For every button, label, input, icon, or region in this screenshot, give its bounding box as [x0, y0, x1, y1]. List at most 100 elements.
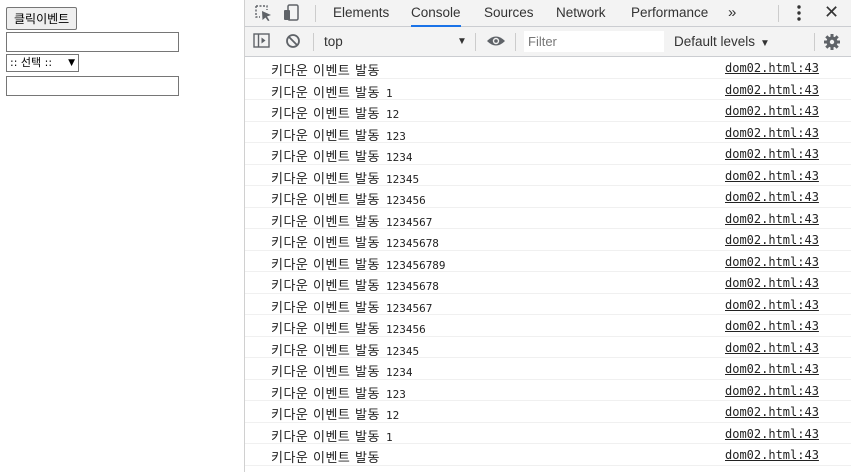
console-message-label: 키다운 이벤트 발동 [271, 322, 380, 337]
console-message: 키다운 이벤트 발동 dom02.html:43 [245, 444, 851, 466]
source-link[interactable]: dom02.html:43 [725, 83, 819, 97]
console-message-label: 키다운 이벤트 발동 [271, 107, 380, 122]
source-link[interactable]: dom02.html:43 [725, 233, 819, 247]
source-link[interactable]: dom02.html:43 [725, 276, 819, 290]
console-message-label: 키다운 이벤트 발동 [271, 429, 380, 445]
device-toolbar-icon[interactable] [282, 4, 302, 22]
console-message-value: 1234 [385, 366, 413, 379]
select-dropdown[interactable]: :: 선택 :: ▼ [6, 54, 79, 72]
divider [315, 5, 316, 22]
source-link[interactable]: dom02.html:43 [725, 169, 819, 183]
console-message-label: 키다운 이벤트 발동 [271, 279, 380, 294]
source-link[interactable]: dom02.html:43 [725, 61, 819, 75]
close-icon[interactable]: ✕ [824, 3, 839, 21]
source-link[interactable]: dom02.html:43 [725, 190, 819, 204]
console-message-value: 123 [385, 387, 406, 401]
console-message: 키다운 이벤트 발동 12345 dom02.html:43 [245, 165, 851, 187]
console-message-value: 12345678 [385, 237, 439, 250]
source-link[interactable]: dom02.html:43 [725, 298, 819, 312]
click-event-button[interactable]: 클릭이벤트 [6, 7, 78, 30]
console-message-value: 12345 [385, 172, 420, 186]
console-message-text: 키다운 이벤트 발동 1234567 [271, 211, 432, 230]
tab-sources[interactable]: Sources [484, 0, 534, 27]
console-message-text: 키다운 이벤트 발동 [271, 447, 386, 466]
text-input-1[interactable] [6, 32, 179, 52]
source-link[interactable]: dom02.html:43 [725, 405, 819, 419]
console-message: 키다운 이벤트 발동 1234567 dom02.html:43 [245, 294, 851, 316]
console-message-value: 123 [385, 129, 406, 143]
tab-console[interactable]: Console [411, 0, 461, 27]
console-message-label: 키다운 이벤트 발동 [271, 386, 380, 402]
text-input-2[interactable] [6, 76, 179, 96]
source-link[interactable]: dom02.html:43 [725, 126, 819, 140]
console-message-value: 1 [385, 430, 393, 444]
eye-icon[interactable] [486, 34, 506, 52]
console-message-value: 12 [385, 108, 400, 121]
context-selector[interactable]: top [324, 27, 343, 57]
console-message: 키다운 이벤트 발동 12345 dom02.html:43 [245, 337, 851, 359]
console-message-label: 키다운 이벤트 발동 [271, 171, 380, 187]
console-message: 키다운 이벤트 발동 123 dom02.html:43 [245, 122, 851, 144]
console-message: 키다운 이벤트 발동 123456 dom02.html:43 [245, 186, 851, 208]
console-message: 키다운 이벤트 발동 dom02.html:43 [245, 57, 851, 79]
devtools-panel: Elements Console Sources Network Perform… [244, 0, 851, 472]
source-link[interactable]: dom02.html:43 [725, 448, 819, 462]
console-message-value: 12345678 [385, 280, 439, 293]
source-link[interactable]: dom02.html:43 [725, 212, 819, 226]
source-link[interactable]: dom02.html:43 [725, 362, 819, 376]
console-message-text: 키다운 이벤트 발동 123456789 [271, 254, 446, 273]
console-log: 키다운 이벤트 발동 dom02.html:43 키다운 이벤트 발동 1 dom02.… [245, 57, 851, 472]
source-link[interactable]: dom02.html:43 [725, 341, 819, 355]
console-message: 키다운 이벤트 발동 12 dom02.html:43 [245, 401, 851, 423]
gear-icon[interactable] [823, 33, 843, 51]
tab-elements[interactable]: Elements [333, 0, 389, 27]
divider [778, 5, 779, 22]
log-levels-dropdown[interactable]: Default levels ▼ [674, 27, 770, 59]
console-message: 키다운 이벤트 발동 12345678 dom02.html:43 [245, 272, 851, 294]
console-message: 키다운 이벤트 발동 123 dom02.html:43 [245, 380, 851, 402]
console-message: 키다운 이벤트 발동 12345678 dom02.html:43 [245, 229, 851, 251]
console-message-label: 키다운 이벤트 발동 [271, 214, 380, 230]
select-selected-label: :: 선택 :: [10, 56, 53, 69]
tab-performance[interactable]: Performance [631, 0, 708, 27]
source-link[interactable]: dom02.html:43 [725, 255, 819, 269]
source-link[interactable]: dom02.html:43 [725, 147, 819, 161]
divider [313, 33, 314, 51]
inspect-element-icon[interactable] [254, 4, 274, 22]
console-message-text: 키다운 이벤트 발동 1 [271, 82, 393, 101]
console-toolbar: top ▼ Default levels ▼ [245, 27, 851, 57]
console-message-label: 키다운 이벤트 발동 [271, 343, 380, 359]
dropdown-arrow-icon: ▼ [68, 58, 75, 68]
console-message-label: 키다운 이벤트 발동 [271, 64, 380, 79]
console-message-text: 키다운 이벤트 발동 [271, 60, 386, 79]
console-message-text: 키다운 이벤트 발동 1 [271, 426, 393, 445]
console-message-text: 키다운 이벤트 발동 123 [271, 125, 406, 144]
sidebar-toggle-icon[interactable] [253, 33, 273, 51]
console-message-value: 12345 [385, 344, 420, 358]
more-tabs-icon[interactable]: » [728, 0, 736, 25]
console-message-text: 키다운 이벤트 발동 123456 [271, 318, 426, 337]
context-dropdown-icon[interactable]: ▼ [457, 27, 467, 57]
filter-input[interactable] [524, 31, 664, 52]
console-message-text: 키다운 이벤트 발동 1234567 [271, 297, 432, 316]
divider [814, 33, 815, 51]
console-message-text: 키다운 이벤트 발동 12345678 [271, 232, 439, 251]
console-message-value: 123456 [385, 323, 426, 336]
source-link[interactable]: dom02.html:43 [725, 384, 819, 398]
console-message-text: 키다운 이벤트 발동 1234 [271, 361, 412, 380]
clear-console-icon[interactable] [285, 33, 305, 51]
console-message-label: 키다운 이벤트 발동 [271, 257, 380, 273]
divider [475, 33, 476, 51]
kebab-menu-icon[interactable] [796, 4, 802, 27]
console-message: 키다운 이벤트 발동 1 dom02.html:43 [245, 79, 851, 101]
console-message-value: 12 [385, 409, 400, 422]
source-link[interactable]: dom02.html:43 [725, 319, 819, 333]
console-message-label: 키다운 이벤트 발동 [271, 85, 380, 101]
console-message-value: 123456789 [385, 258, 446, 272]
source-link[interactable]: dom02.html:43 [725, 104, 819, 118]
tab-network[interactable]: Network [556, 0, 606, 27]
console-message: 키다운 이벤트 발동 1234567 dom02.html:43 [245, 208, 851, 230]
source-link[interactable]: dom02.html:43 [725, 427, 819, 441]
console-message-label: 키다운 이벤트 발동 [271, 451, 380, 466]
log-levels-label: Default levels [674, 34, 756, 49]
